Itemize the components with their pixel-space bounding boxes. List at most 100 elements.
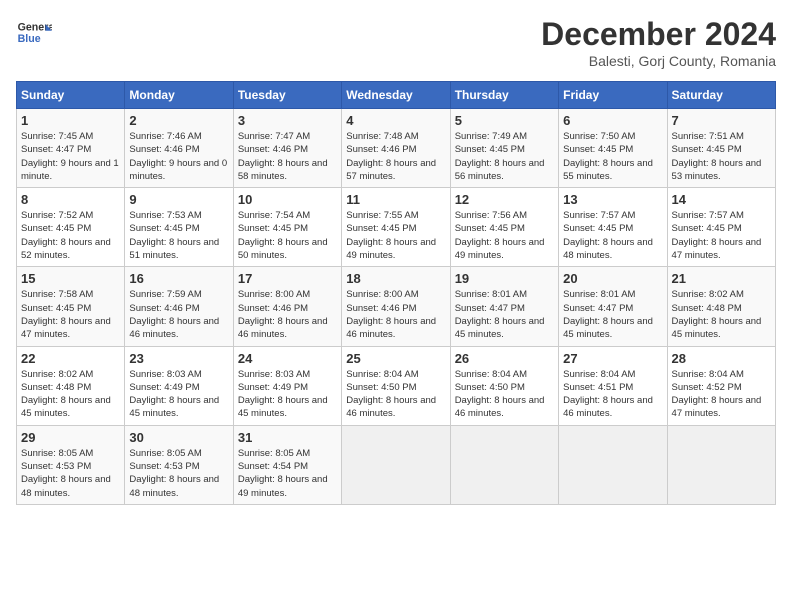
- header-cell-saturday: Saturday: [667, 82, 775, 109]
- day-cell: 4 Sunrise: 7:48 AMSunset: 4:46 PMDaylight…: [342, 109, 450, 188]
- logo-icon: General Blue: [16, 16, 52, 52]
- day-cell: 10Sunrise: 7:54 AMSunset: 4:45 PMDayligh…: [233, 188, 341, 267]
- day-cell: 25 Sunrise: 8:04 AMSunset: 4:50 PMDayligh…: [342, 346, 450, 425]
- day-number: 5: [455, 113, 554, 128]
- day-cell: 20Sunrise: 8:01 AMSunset: 4:47 PMDayligh…: [559, 267, 667, 346]
- day-number: 9: [129, 192, 228, 207]
- day-detail: Sunrise: 7:57 AMSunset: 4:45 PMDaylight:…: [672, 209, 771, 262]
- day-detail: Sunrise: 7:58 AMSunset: 4:45 PMDaylight:…: [21, 288, 120, 341]
- day-number: 15: [21, 271, 120, 286]
- day-number: 21: [672, 271, 771, 286]
- day-cell: 3 Sunrise: 7:47 AMSunset: 4:46 PMDaylight…: [233, 109, 341, 188]
- day-number: 8: [21, 192, 120, 207]
- day-number: 18: [346, 271, 445, 286]
- day-cell: 18Sunrise: 8:00 AMSunset: 4:46 PMDayligh…: [342, 267, 450, 346]
- day-cell: 2Sunrise: 7:46 AMSunset: 4:46 PMDaylight…: [125, 109, 233, 188]
- day-cell: [559, 425, 667, 504]
- day-cell: 26 Sunrise: 8:04 AMSunset: 4:50 PMDayligh…: [450, 346, 558, 425]
- day-cell: 1 Sunrise: 7:45 AMSunset: 4:47 PMDaylight…: [17, 109, 125, 188]
- day-cell: 7 Sunrise: 7:51 AMSunset: 4:45 PMDaylight…: [667, 109, 775, 188]
- week-row-3: 15 Sunrise: 7:58 AMSunset: 4:45 PMDayligh…: [17, 267, 776, 346]
- day-number: 25: [346, 351, 445, 366]
- day-number: 23: [129, 351, 228, 366]
- svg-text:Blue: Blue: [18, 33, 41, 45]
- day-number: 29: [21, 430, 120, 445]
- month-title: December 2024: [541, 16, 776, 53]
- day-detail: Sunrise: 7:51 AMSunset: 4:45 PMDaylight:…: [672, 130, 771, 183]
- day-cell: 5Sunrise: 7:49 AMSunset: 4:45 PMDaylight…: [450, 109, 558, 188]
- day-detail: Sunrise: 8:02 AMSunset: 4:48 PMDaylight:…: [672, 288, 771, 341]
- day-detail: Sunrise: 8:05 AMSunset: 4:54 PMDaylight:…: [238, 447, 337, 500]
- day-cell: 21 Sunrise: 8:02 AMSunset: 4:48 PMDayligh…: [667, 267, 775, 346]
- day-number: 16: [129, 271, 228, 286]
- day-detail: Sunrise: 7:56 AMSunset: 4:45 PMDaylight:…: [455, 209, 554, 262]
- day-number: 24: [238, 351, 337, 366]
- day-cell: [450, 425, 558, 504]
- day-detail: Sunrise: 8:04 AMSunset: 4:51 PMDaylight:…: [563, 368, 662, 421]
- week-row-4: 22Sunrise: 8:02 AMSunset: 4:48 PMDayligh…: [17, 346, 776, 425]
- day-cell: 24 Sunrise: 8:03 AMSunset: 4:49 PMDayligh…: [233, 346, 341, 425]
- day-detail: Sunrise: 7:57 AMSunset: 4:45 PMDaylight:…: [563, 209, 662, 262]
- day-cell: 9Sunrise: 7:53 AMSunset: 4:45 PMDaylight…: [125, 188, 233, 267]
- day-detail: Sunrise: 8:04 AMSunset: 4:50 PMDaylight:…: [346, 368, 445, 421]
- day-number: 30: [129, 430, 228, 445]
- header: General Blue December 2024 Balesti, Gorj…: [16, 16, 776, 69]
- day-number: 12: [455, 192, 554, 207]
- day-number: 1: [21, 113, 120, 128]
- day-detail: Sunrise: 7:50 AMSunset: 4:45 PMDaylight:…: [563, 130, 662, 183]
- header-cell-thursday: Thursday: [450, 82, 558, 109]
- day-number: 27: [563, 351, 662, 366]
- day-detail: Sunrise: 7:48 AMSunset: 4:46 PMDaylight:…: [346, 130, 445, 183]
- day-detail: Sunrise: 8:03 AMSunset: 4:49 PMDaylight:…: [129, 368, 228, 421]
- day-number: 7: [672, 113, 771, 128]
- header-cell-monday: Monday: [125, 82, 233, 109]
- day-cell: [342, 425, 450, 504]
- day-number: 10: [238, 192, 337, 207]
- day-cell: 12 Sunrise: 7:56 AMSunset: 4:45 PMDayligh…: [450, 188, 558, 267]
- day-detail: Sunrise: 7:59 AMSunset: 4:46 PMDaylight:…: [129, 288, 228, 341]
- day-number: 11: [346, 192, 445, 207]
- day-cell: 29 Sunrise: 8:05 AMSunset: 4:53 PMDayligh…: [17, 425, 125, 504]
- day-cell: [667, 425, 775, 504]
- calendar-body: 1 Sunrise: 7:45 AMSunset: 4:47 PMDaylight…: [17, 109, 776, 505]
- header-cell-wednesday: Wednesday: [342, 82, 450, 109]
- day-cell: 6 Sunrise: 7:50 AMSunset: 4:45 PMDaylight…: [559, 109, 667, 188]
- day-cell: 22Sunrise: 8:02 AMSunset: 4:48 PMDayligh…: [17, 346, 125, 425]
- day-cell: 13 Sunrise: 7:57 AMSunset: 4:45 PMDayligh…: [559, 188, 667, 267]
- day-cell: 17Sunrise: 8:00 AMSunset: 4:46 PMDayligh…: [233, 267, 341, 346]
- header-cell-tuesday: Tuesday: [233, 82, 341, 109]
- day-number: 13: [563, 192, 662, 207]
- header-row: SundayMondayTuesdayWednesdayThursdayFrid…: [17, 82, 776, 109]
- day-detail: Sunrise: 7:52 AMSunset: 4:45 PMDaylight:…: [21, 209, 120, 262]
- day-number: 17: [238, 271, 337, 286]
- day-cell: 8 Sunrise: 7:52 AMSunset: 4:45 PMDaylight…: [17, 188, 125, 267]
- day-number: 28: [672, 351, 771, 366]
- day-detail: Sunrise: 8:03 AMSunset: 4:49 PMDaylight:…: [238, 368, 337, 421]
- day-cell: 16 Sunrise: 7:59 AMSunset: 4:46 PMDayligh…: [125, 267, 233, 346]
- week-row-2: 8 Sunrise: 7:52 AMSunset: 4:45 PMDaylight…: [17, 188, 776, 267]
- location-subtitle: Balesti, Gorj County, Romania: [541, 53, 776, 69]
- day-detail: Sunrise: 7:45 AMSunset: 4:47 PMDaylight:…: [21, 130, 120, 183]
- title-section: December 2024 Balesti, Gorj County, Roma…: [541, 16, 776, 69]
- calendar-header: SundayMondayTuesdayWednesdayThursdayFrid…: [17, 82, 776, 109]
- day-cell: 15 Sunrise: 7:58 AMSunset: 4:45 PMDayligh…: [17, 267, 125, 346]
- day-detail: Sunrise: 8:05 AMSunset: 4:53 PMDaylight:…: [21, 447, 120, 500]
- week-row-5: 29 Sunrise: 8:05 AMSunset: 4:53 PMDayligh…: [17, 425, 776, 504]
- day-number: 3: [238, 113, 337, 128]
- day-detail: Sunrise: 7:46 AMSunset: 4:46 PMDaylight:…: [129, 130, 228, 183]
- day-detail: Sunrise: 8:04 AMSunset: 4:50 PMDaylight:…: [455, 368, 554, 421]
- day-number: 22: [21, 351, 120, 366]
- day-cell: 31 Sunrise: 8:05 AMSunset: 4:54 PMDayligh…: [233, 425, 341, 504]
- day-number: 26: [455, 351, 554, 366]
- day-detail: Sunrise: 8:04 AMSunset: 4:52 PMDaylight:…: [672, 368, 771, 421]
- day-number: 6: [563, 113, 662, 128]
- day-detail: Sunrise: 7:47 AMSunset: 4:46 PMDaylight:…: [238, 130, 337, 183]
- day-number: 31: [238, 430, 337, 445]
- day-number: 4: [346, 113, 445, 128]
- day-cell: 27 Sunrise: 8:04 AMSunset: 4:51 PMDayligh…: [559, 346, 667, 425]
- calendar-table: SundayMondayTuesdayWednesdayThursdayFrid…: [16, 81, 776, 505]
- day-cell: 30Sunrise: 8:05 AMSunset: 4:53 PMDayligh…: [125, 425, 233, 504]
- header-cell-sunday: Sunday: [17, 82, 125, 109]
- day-detail: Sunrise: 7:55 AMSunset: 4:45 PMDaylight:…: [346, 209, 445, 262]
- header-cell-friday: Friday: [559, 82, 667, 109]
